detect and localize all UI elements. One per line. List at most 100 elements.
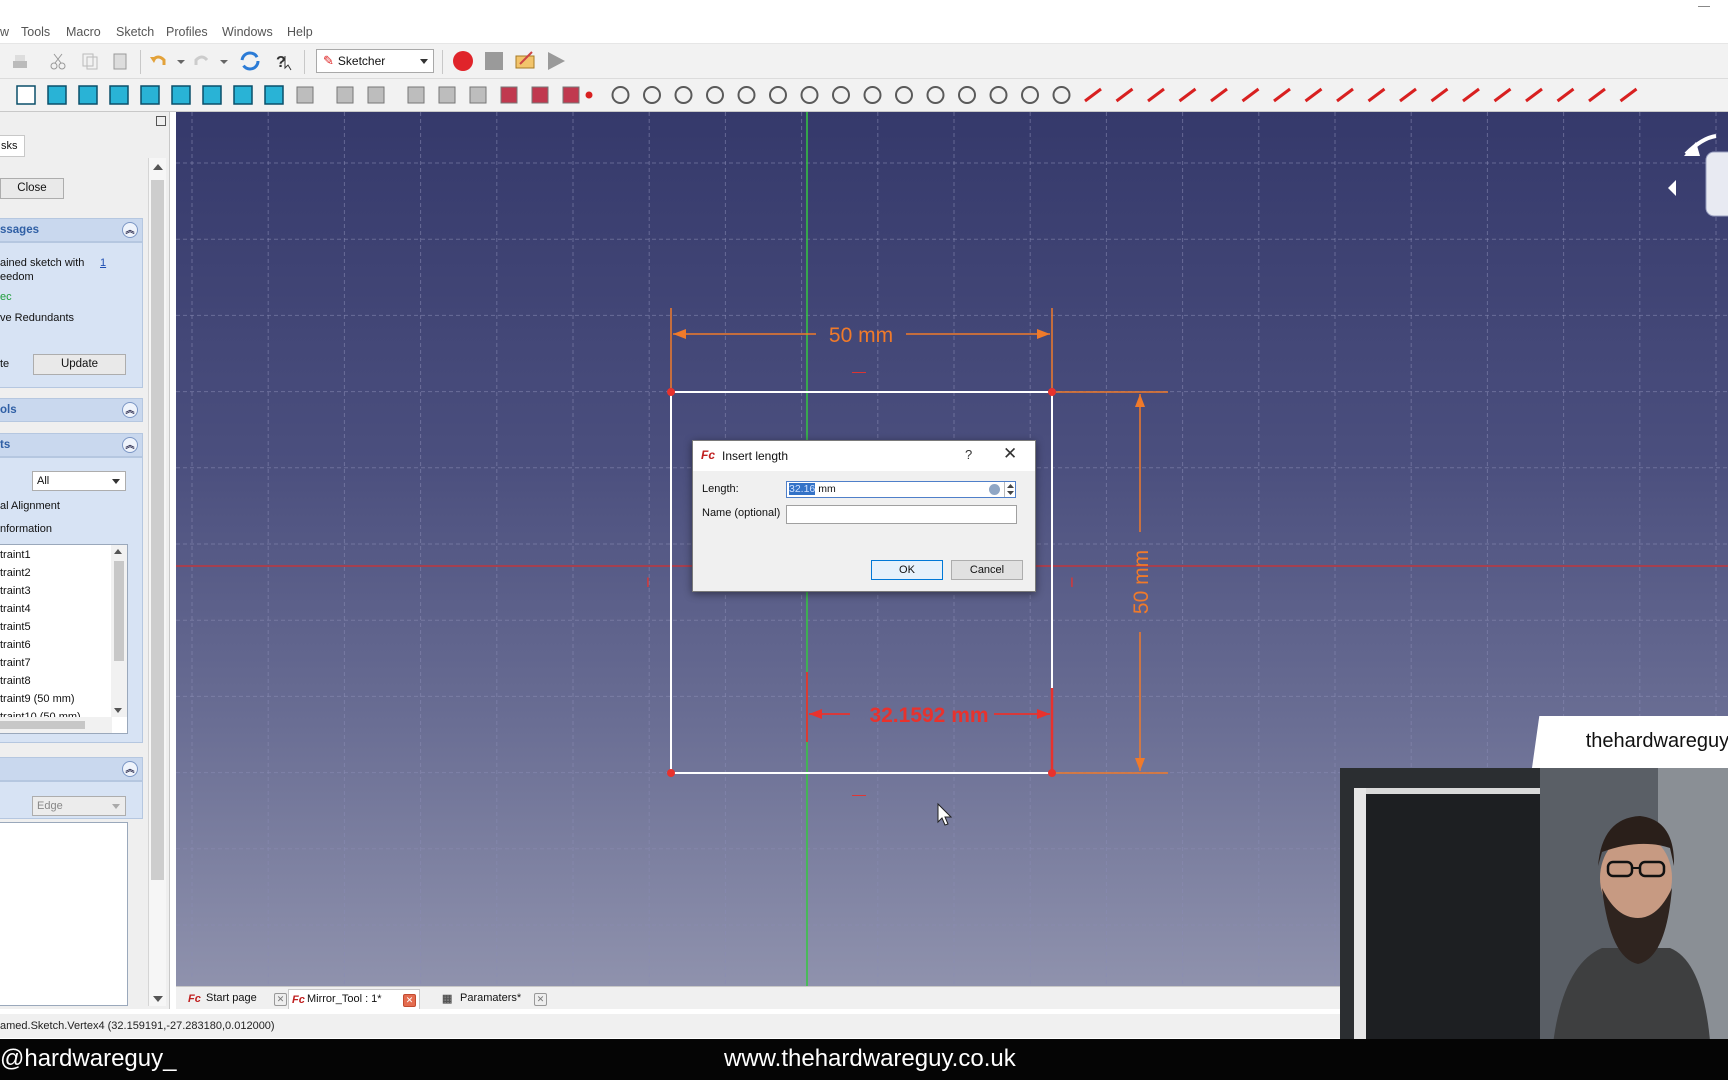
group-icon[interactable]	[367, 86, 385, 104]
constrain-point-on-object-icon[interactable]	[1115, 87, 1134, 103]
refresh-icon[interactable]	[238, 49, 262, 73]
menu-macro[interactable]: Macro	[66, 25, 101, 39]
redo-dropdown-icon[interactable]	[212, 49, 236, 73]
menu-sketch[interactable]: Sketch	[116, 25, 154, 39]
polyline-icon[interactable]	[769, 86, 787, 104]
draw-style-icon[interactable]	[16, 85, 36, 105]
new-icon[interactable]	[8, 49, 32, 73]
extend-icon[interactable]	[958, 86, 976, 104]
constraints-header[interactable]: ts ︽	[0, 433, 143, 457]
constrain-horizontal-distance-icon[interactable]	[1430, 87, 1449, 103]
undo-icon[interactable]	[146, 49, 170, 73]
carbon-copy-icon[interactable]	[1021, 86, 1039, 104]
more-icon[interactable]	[1556, 87, 1575, 103]
trim-icon[interactable]	[926, 86, 945, 104]
collapse-icon[interactable]: ︽	[122, 402, 138, 418]
tab-start-page[interactable]: Fc Start page ✕	[188, 989, 287, 1009]
macro-edit-icon[interactable]	[513, 49, 537, 73]
measure-icon[interactable]	[296, 86, 314, 104]
copy-icon[interactable]	[78, 49, 102, 73]
collapse-icon[interactable]: ︽	[122, 761, 138, 777]
close-tab-icon[interactable]: ✕	[403, 994, 416, 1007]
constrain-coincident-icon[interactable]	[1084, 87, 1102, 103]
constraint-list[interactable]: traint1 traint2 traint3 traint4 traint5 …	[0, 544, 128, 734]
list-item[interactable]: traint4	[0, 600, 112, 618]
help-button[interactable]: ?	[965, 447, 972, 462]
constrain-tangent-icon[interactable]	[1273, 87, 1291, 103]
slot-icon[interactable]	[863, 86, 882, 104]
select-constraints-icon[interactable]	[1588, 87, 1606, 103]
rectangle-icon[interactable]	[800, 86, 819, 104]
view-left-icon[interactable]	[264, 85, 284, 105]
dof-link[interactable]: 1	[100, 257, 106, 269]
polygon-icon[interactable]	[832, 86, 850, 104]
view-top-icon[interactable]	[140, 85, 160, 105]
line-icon[interactable]	[611, 86, 630, 104]
list-item[interactable]: traint8	[0, 672, 112, 690]
expression-icon[interactable]	[989, 484, 1000, 495]
whats-this-icon[interactable]: ?	[272, 49, 296, 73]
constrain-perpendicular-icon[interactable]	[1241, 87, 1260, 103]
list-item[interactable]: traint7	[0, 654, 112, 672]
constrain-horizontal-icon[interactable]	[1178, 87, 1197, 103]
view-section-icon[interactable]	[500, 86, 518, 104]
more2-icon[interactable]	[1619, 87, 1638, 103]
close-tab-icon[interactable]: ✕	[274, 993, 287, 1006]
menu-profiles[interactable]: Profiles	[166, 25, 208, 39]
point-icon[interactable]	[585, 91, 593, 99]
constrain-radius-icon[interactable]	[1525, 87, 1543, 103]
element-type-select[interactable]: Edge	[32, 796, 126, 816]
tab-tasks[interactable]: sks	[0, 135, 25, 157]
name-input[interactable]	[786, 505, 1017, 524]
leave-sketch-icon[interactable]	[438, 86, 456, 104]
constrain-block-icon[interactable]	[1367, 87, 1386, 103]
list-item[interactable]: traint1	[0, 546, 112, 564]
view-rear-icon[interactable]	[202, 85, 222, 105]
internal-alignment-option[interactable]: al Alignment	[0, 500, 60, 512]
close-tab-icon[interactable]: ✕	[534, 993, 547, 1006]
edit-controls-header[interactable]: ols ︽	[0, 398, 143, 422]
view-front-icon[interactable]	[109, 85, 129, 105]
list-scrollbar[interactable]	[111, 545, 127, 717]
list-item[interactable]: traint2	[0, 564, 112, 582]
menu-view[interactable]: w	[0, 25, 9, 39]
tab-mirror-tool[interactable]: Fc Mirror_Tool : 1* ✕	[288, 989, 420, 1009]
panel-scrollbar[interactable]	[148, 158, 166, 1006]
float-panel-icon[interactable]	[156, 116, 166, 126]
auto-update-option[interactable]: te	[0, 358, 9, 370]
arc-icon[interactable]	[643, 86, 661, 104]
list-item[interactable]: traint9 (50 mm)	[0, 690, 112, 708]
length-input[interactable]: 32.16 mm	[786, 481, 1016, 498]
close-button[interactable]: Close	[0, 178, 64, 199]
view-bottom-icon[interactable]	[233, 85, 253, 105]
cut-icon[interactable]	[46, 49, 70, 73]
fillet-icon[interactable]	[895, 86, 913, 104]
macro-record-icon[interactable]	[451, 49, 475, 73]
remove-redundants-option[interactable]: ve Redundants	[0, 312, 74, 324]
list-item[interactable]: traint6	[0, 636, 112, 654]
new-sketch-icon[interactable]	[407, 86, 425, 104]
map-sketch-icon[interactable]	[531, 86, 549, 104]
update-button[interactable]: Update	[33, 354, 126, 375]
collapse-icon[interactable]: ︽	[122, 222, 138, 238]
view-sketch-icon[interactable]	[469, 86, 487, 104]
menu-tools[interactable]: Tools	[21, 25, 50, 39]
constrain-parallel-icon[interactable]	[1210, 87, 1228, 103]
sketcher-toolbar-icons[interactable]	[0, 79, 1728, 112]
messages-header[interactable]: ssages ︽	[0, 218, 143, 242]
tab-paramaters[interactable]: ▦ Paramaters* ✕	[442, 989, 552, 1009]
macro-run-icon[interactable]	[544, 49, 568, 73]
workbench-selector[interactable]: ✎ Sketcher	[316, 49, 434, 73]
list-hscrollbar[interactable]	[0, 717, 112, 733]
paste-icon[interactable]	[108, 49, 132, 73]
view-fit-icon[interactable]	[47, 85, 67, 105]
close-icon[interactable]: ✕	[1003, 444, 1017, 464]
elements-header[interactable]: ︽	[0, 757, 143, 781]
extended-information-option[interactable]: nformation	[0, 523, 52, 535]
element-list[interactable]	[0, 822, 128, 1006]
ok-button[interactable]: OK	[871, 560, 943, 580]
external-geometry-icon[interactable]	[989, 86, 1008, 104]
constrain-vertical-icon[interactable]	[1147, 87, 1165, 103]
part-icon[interactable]	[336, 86, 354, 104]
redo-icon[interactable]	[190, 49, 214, 73]
